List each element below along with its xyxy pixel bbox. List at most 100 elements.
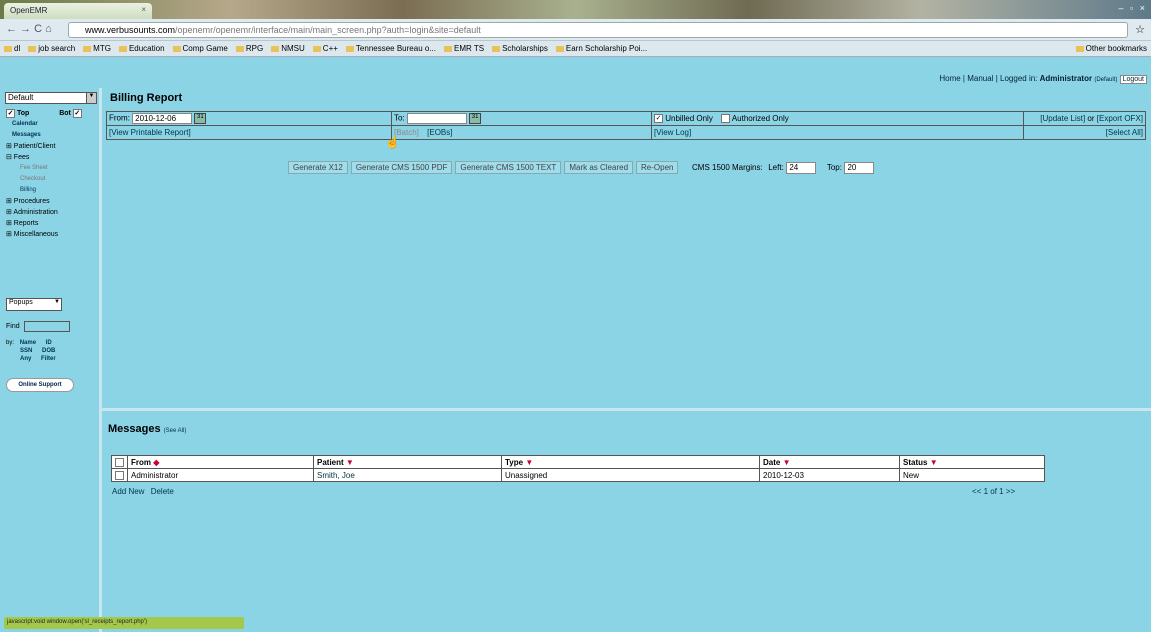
bookmark-item[interactable]: Earn Scholarship Poi...	[555, 44, 647, 53]
browser-tab[interactable]: OpenEMR ×	[4, 3, 152, 19]
row-checkbox[interactable]	[115, 470, 124, 480]
left-margin-input[interactable]: 24	[786, 161, 817, 174]
sidebar-item[interactable]: ⊟ Fees	[6, 152, 98, 163]
bookmarks-bar: dl job search MTG Education Comp Game RPG NMSU…	[0, 41, 1151, 57]
bookmark-item[interactable]: NMSU	[271, 44, 305, 53]
nav-buttons[interactable]: ← → C ⌂	[6, 23, 52, 35]
unbilled-only-checkbox[interactable]: ✓	[654, 114, 663, 124]
action-button[interactable]: Re-Open	[636, 161, 679, 174]
nav-mode-select[interactable]: Default ▼	[5, 92, 97, 104]
to-date-input[interactable]	[406, 113, 467, 124]
bot-checkbox[interactable]: ✓	[72, 108, 82, 118]
find-input[interactable]	[24, 321, 70, 332]
find-by-any[interactable]: Any	[20, 356, 31, 362]
home-link[interactable]: Home	[939, 74, 960, 83]
sidebar-item[interactable]: Fee Sheet	[6, 163, 98, 174]
find-label: Find	[6, 323, 20, 330]
logout-button[interactable]: Logout	[1119, 75, 1147, 84]
bookmark-item[interactable]: Tennessee Bureau o...	[345, 44, 436, 53]
sidebar-item[interactable]: ⊞ Procedures	[6, 196, 98, 207]
column-header-status[interactable]: Status ▼	[899, 455, 1045, 469]
export-ofx-link[interactable]: [Export OFX]	[1097, 114, 1143, 123]
cell-from: Administrator	[127, 468, 314, 482]
online-support-button[interactable]: Online Support	[6, 378, 74, 392]
sidebar-item[interactable]: Messages	[6, 130, 98, 141]
billing-filter-table: From: 2010-12-06 31 To: 31 ✓ Unbilled On…	[106, 111, 1146, 140]
bookmark-label: Comp Game	[182, 44, 228, 53]
action-button[interactable]: Generate CMS 1500 TEXT	[455, 161, 562, 174]
column-label: Patient	[317, 457, 344, 467]
column-header-type[interactable]: Type ▼	[501, 455, 760, 469]
bookmark-label: MTG	[93, 44, 111, 53]
sort-icon: ▼	[782, 457, 791, 467]
add-new-link[interactable]: Add New	[112, 487, 144, 496]
column-header-date[interactable]: Date ▼	[759, 455, 900, 469]
sidebar-item[interactable]: Checkout	[6, 174, 98, 185]
bookmark-item[interactable]: dl	[4, 44, 20, 53]
sidebar-item[interactable]: ⊞ Patient/Client	[6, 141, 98, 152]
from-date-input[interactable]: 2010-12-06	[132, 113, 193, 124]
delete-link[interactable]: Delete	[151, 487, 174, 496]
pager[interactable]: << 1 of 1 >>	[972, 487, 1015, 496]
find-by-id[interactable]: ID	[46, 340, 52, 346]
separator: |	[995, 74, 998, 83]
find-by-dob[interactable]: DOB	[42, 348, 55, 354]
cell-patient[interactable]: Smith, Joe	[313, 468, 502, 482]
nav-list: ✓ Top Bot ✓ Calendar Messages ⊞ Patient/Cl…	[6, 108, 98, 240]
close-tab-icon[interactable]: ×	[141, 5, 146, 14]
bookmark-label: C++	[322, 44, 338, 53]
column-header-patient[interactable]: Patient ▼	[313, 455, 502, 469]
bookmark-item[interactable]: Education	[118, 44, 165, 53]
folder-icon	[172, 45, 181, 52]
bookmark-list: dl job search MTG Education Comp Game RPG NMSU…	[4, 44, 655, 53]
window-controls[interactable]: – ▫ ×	[1119, 3, 1147, 13]
bookmark-item[interactable]: MTG	[83, 44, 111, 53]
manual-link[interactable]: Manual	[967, 74, 993, 83]
select-all-checkbox[interactable]	[115, 457, 124, 467]
bookmark-label: job search	[38, 44, 76, 53]
find-by-filter[interactable]: Filter	[41, 356, 56, 362]
sidebar-item[interactable]: Calendar	[6, 119, 98, 130]
separator: |	[962, 74, 965, 83]
margins-label: CMS 1500 Margins:	[692, 163, 763, 172]
bookmark-item[interactable]: job search	[28, 44, 75, 53]
bookmark-item[interactable]: Scholarships	[492, 44, 548, 53]
column-header-from[interactable]: From ◆	[127, 455, 314, 469]
see-all-link[interactable]: (See All)	[164, 428, 187, 434]
sort-icon: ▼	[345, 457, 354, 467]
eobs-link[interactable]: [EOBs]	[427, 128, 452, 137]
find-by-ssn[interactable]: SSN	[20, 348, 32, 354]
bookmark-item[interactable]: C++	[312, 44, 338, 53]
url-field[interactable]: www.verbusounts.com/openemr/openemr/inte…	[68, 22, 1128, 38]
billing-actions: Generate X12 Generate CMS 1500 PDF Generat…	[288, 161, 875, 174]
sidebar-item[interactable]: ⊞ Reports	[6, 218, 98, 229]
other-bookmarks[interactable]: Other bookmarks	[1075, 44, 1147, 53]
folder-icon	[271, 45, 280, 52]
top-checkbox[interactable]: ✓	[6, 108, 15, 118]
top-margin-input[interactable]: 20	[844, 161, 875, 174]
find-by-name[interactable]: Name	[20, 340, 36, 346]
to-cell: To: 31	[391, 111, 652, 126]
calendar-icon[interactable]: 31	[194, 113, 207, 124]
table-row[interactable]: Administrator Smith, Joe Unassigned 2010…	[111, 468, 1045, 482]
bookmark-item[interactable]: Comp Game	[172, 44, 228, 53]
column-label: Date	[763, 457, 781, 467]
action-button[interactable]: Generate CMS 1500 PDF	[350, 161, 453, 174]
calendar-icon[interactable]: 31	[469, 113, 482, 124]
bookmark-item[interactable]: RPG	[235, 44, 263, 53]
bookmark-item[interactable]: EMR TS	[443, 44, 484, 53]
bookmark-star-icon[interactable]: ☆	[1135, 23, 1145, 36]
popups-select[interactable]: Popups ▼	[6, 298, 62, 311]
select-all-link[interactable]: [Select All]	[1106, 128, 1143, 137]
update-list-link[interactable]: [Update List]	[1040, 114, 1085, 123]
authorized-only-checkbox[interactable]	[721, 114, 731, 124]
batch-cell: [Batch] [EOBs]	[391, 125, 652, 140]
view-printable-report-link[interactable]: [View Printable Report]	[109, 128, 191, 137]
sidebar-item[interactable]: ⊞ Miscellaneous	[6, 229, 98, 240]
sidebar-item[interactable]: Billing	[6, 185, 98, 196]
action-button[interactable]: Mark as Cleared	[564, 161, 634, 174]
view-log-link[interactable]: [View Log]	[654, 128, 691, 137]
url-domain: www.verbusounts.com	[85, 25, 176, 35]
sidebar-item[interactable]: ⊞ Administration	[6, 207, 98, 218]
action-button[interactable]: Generate X12	[288, 161, 348, 174]
